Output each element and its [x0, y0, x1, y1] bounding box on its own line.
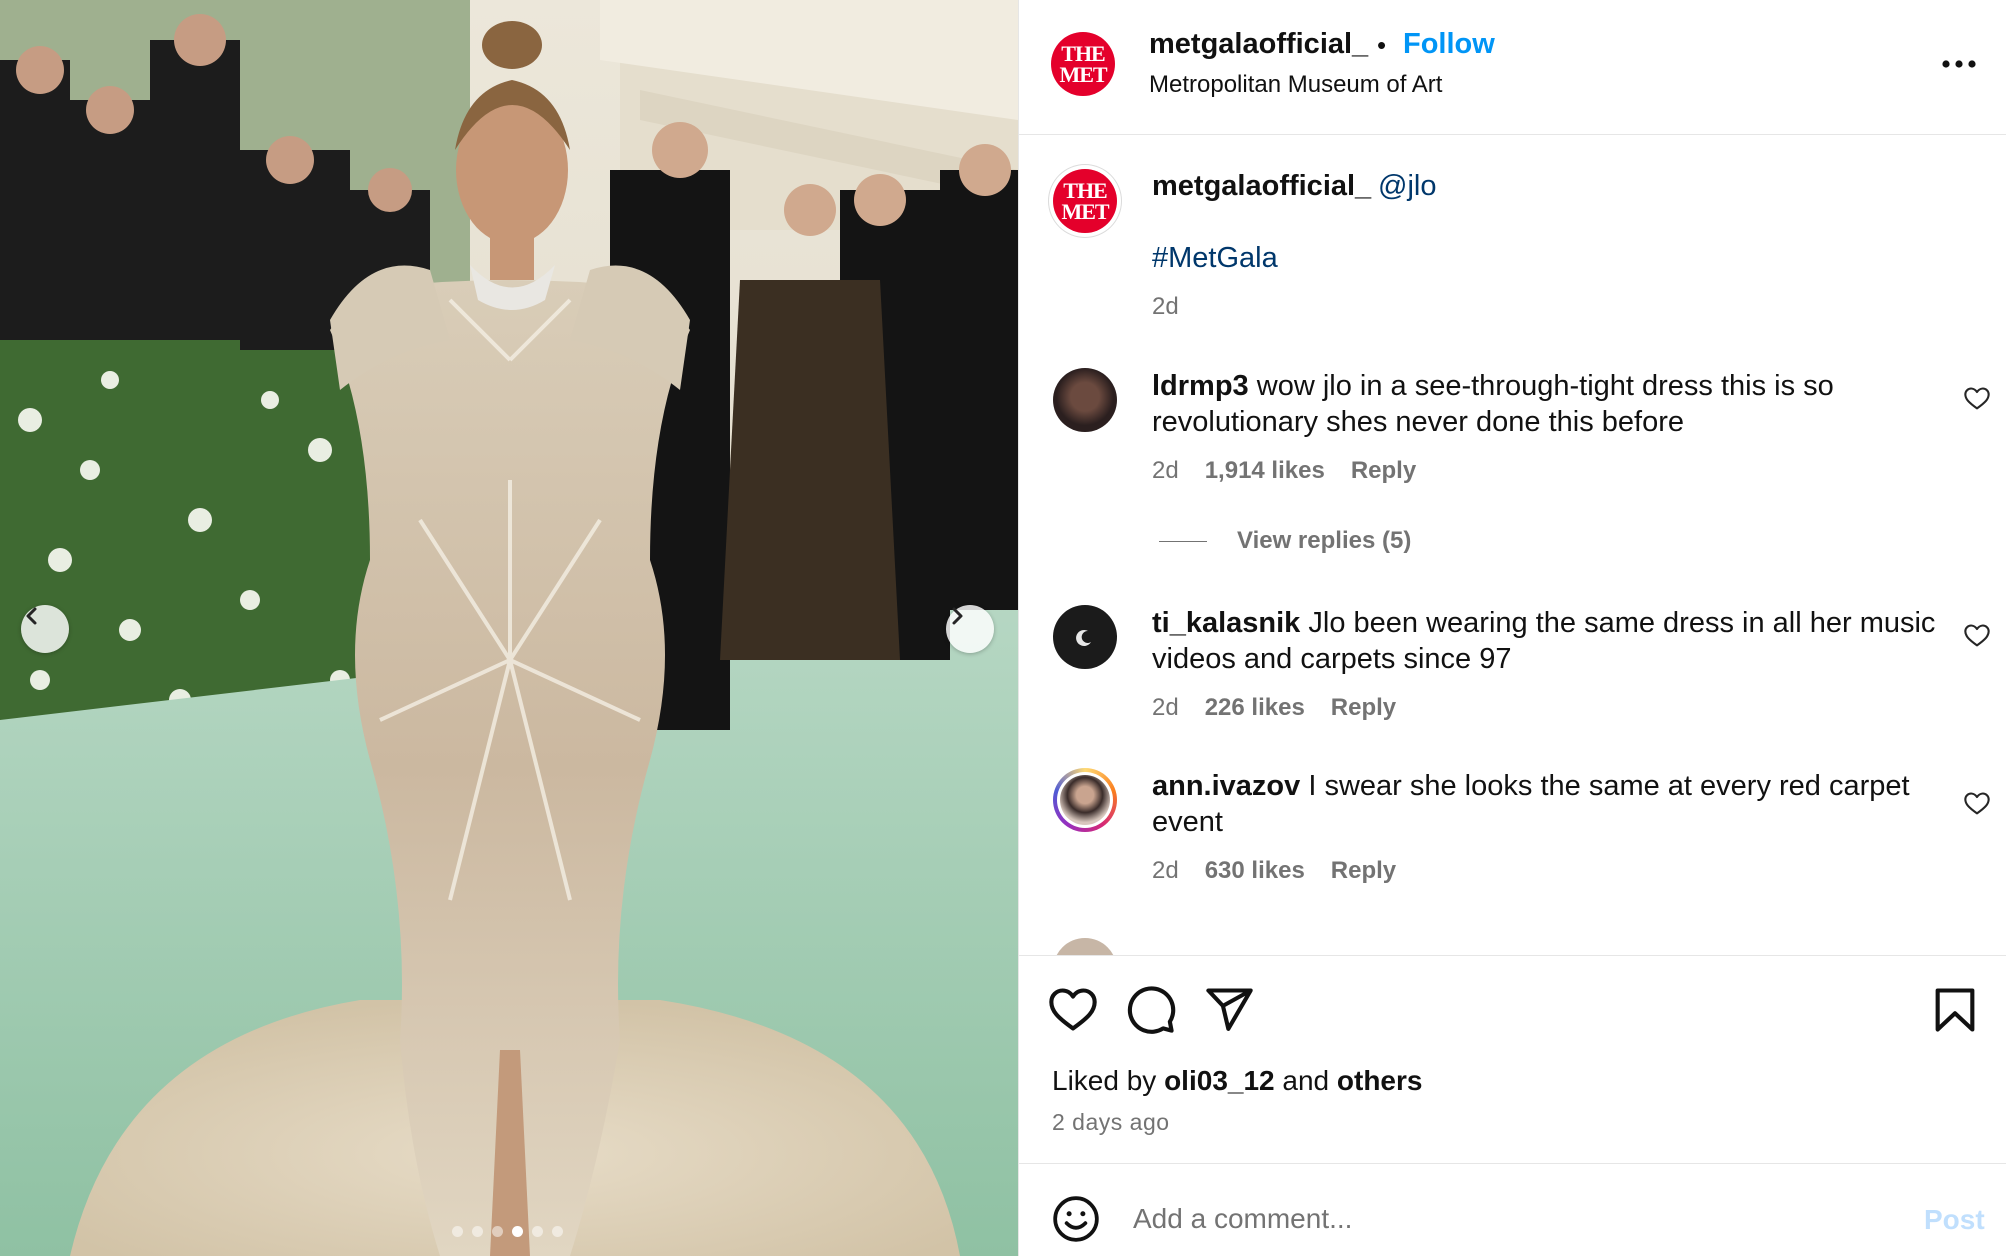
comment-text: ann.ivazov I swear she looks the same at…	[1152, 768, 1952, 840]
carousel-prev-button[interactable]	[21, 605, 69, 653]
heart-icon[interactable]	[1047, 984, 1099, 1036]
comment-timestamp[interactable]: 2d	[1152, 457, 1179, 485]
liked-and: and	[1282, 1065, 1330, 1096]
caption-mention-link[interactable]: @jlo	[1378, 170, 1436, 203]
avatar-image	[1060, 775, 1110, 825]
comment-like-icon[interactable]	[1963, 385, 1991, 413]
carousel-dot	[472, 1226, 483, 1237]
post-comment-button[interactable]: Post	[1924, 1204, 1985, 1236]
comment-timestamp[interactable]: 2d	[1152, 857, 1179, 885]
post-timestamp[interactable]: 2 days ago	[1052, 1109, 1170, 1136]
carousel-next-button[interactable]	[946, 605, 994, 653]
carousel-dot	[452, 1226, 463, 1237]
commenter-avatar[interactable]	[1053, 368, 1117, 432]
post-location[interactable]: Metropolitan Museum of Art	[1149, 71, 1442, 99]
carousel-indicators	[452, 1226, 563, 1237]
commenter-avatar[interactable]	[1053, 938, 1117, 955]
post-photo[interactable]	[0, 0, 1018, 1256]
caption-username[interactable]: metgalaofficial_	[1152, 170, 1371, 203]
view-replies-label: View replies (5)	[1237, 527, 1412, 554]
comment-like-icon[interactable]	[1963, 790, 1991, 818]
reply-button[interactable]: Reply	[1331, 857, 1396, 885]
comments-list[interactable]: THE MET metgalaofficial_ @jlo #MetGala 2…	[1019, 135, 2006, 955]
comment-text: ldrmp3 wow jlo in a see-through-tight dr…	[1152, 368, 1952, 440]
comment-username[interactable]: ann.ivazov	[1152, 770, 1300, 802]
caption-timestamp[interactable]: 2d	[1152, 293, 1179, 321]
add-comment-bar: Post	[1019, 1163, 2006, 1256]
post-actions: Liked by oli03_12 and others 2 days ago	[1019, 955, 2006, 1163]
liked-prefix: Liked by	[1052, 1065, 1157, 1096]
carousel-dot	[552, 1226, 563, 1237]
liked-by-text: Liked by oli03_12 and others	[1052, 1065, 1422, 1097]
carousel-dot	[532, 1226, 543, 1237]
share-icon[interactable]	[1203, 984, 1255, 1036]
author-avatar[interactable]: THE MET	[1051, 32, 1115, 96]
comment-username[interactable]: ldrmp3	[1152, 370, 1249, 402]
post-image	[0, 0, 1018, 1256]
reply-button[interactable]: Reply	[1331, 694, 1396, 722]
emoji-icon[interactable]	[1051, 1194, 1101, 1244]
logo-text: THE	[1063, 178, 1107, 203]
bookmark-icon[interactable]	[1929, 984, 1981, 1036]
comment-input[interactable]	[1131, 1190, 1835, 1248]
more-horizontal-icon	[1942, 60, 1976, 68]
follow-button[interactable]: Follow	[1403, 28, 1495, 61]
comment-body: wow jlo in a see-through-tight dress thi…	[1152, 370, 1834, 438]
chevron-left-icon	[26, 607, 37, 625]
separator-dot: •	[1377, 30, 1387, 60]
comment-partial	[1053, 938, 1953, 955]
logo-text: MET	[1061, 199, 1109, 224]
chevron-right-icon	[952, 607, 963, 625]
post-sidebar: THE MET metgalaofficial_ • Follow Metrop…	[1018, 0, 2006, 1256]
comment-likes[interactable]: 630 likes	[1205, 857, 1305, 885]
comment-icon[interactable]	[1125, 984, 1177, 1036]
moon-icon	[1076, 629, 1091, 646]
author-username[interactable]: metgalaofficial_	[1149, 28, 1368, 61]
comment-likes[interactable]: 226 likes	[1205, 694, 1305, 722]
view-replies-button[interactable]: View replies (5)	[1159, 527, 1411, 555]
comment-meta: 2d 1,914 likes Reply	[1152, 457, 1416, 485]
reply-button[interactable]: Reply	[1351, 457, 1416, 485]
carousel-dot-active	[512, 1226, 523, 1237]
post-header: THE MET metgalaofficial_ • Follow Metrop…	[1019, 0, 2006, 135]
comment-meta: 2d 630 likes Reply	[1152, 857, 1396, 885]
comment-timestamp[interactable]: 2d	[1152, 694, 1179, 722]
liked-others-link[interactable]: others	[1337, 1065, 1423, 1096]
commenter-avatar-story[interactable]	[1053, 768, 1117, 832]
carousel-dot	[492, 1226, 503, 1237]
commenter-avatar[interactable]	[1053, 605, 1117, 669]
caption-hashtag-link[interactable]: #MetGala	[1152, 242, 1278, 275]
comment-text: ti_kalasnik Jlo been wearing the same dr…	[1152, 605, 1952, 677]
caption-avatar[interactable]: THE MET	[1053, 169, 1117, 233]
more-options-button[interactable]	[1939, 44, 1979, 84]
comment-username[interactable]: ti_kalasnik	[1152, 607, 1300, 639]
avatar-ring	[1057, 772, 1113, 828]
comment-likes[interactable]: 1,914 likes	[1205, 457, 1325, 485]
logo-text: THE	[1061, 41, 1105, 66]
comment-meta: 2d 226 likes Reply	[1152, 694, 1396, 722]
divider	[1159, 540, 1207, 542]
logo-text: MET	[1059, 62, 1107, 87]
comment-like-icon[interactable]	[1963, 622, 1991, 650]
liked-username[interactable]: oli03_12	[1164, 1065, 1275, 1096]
